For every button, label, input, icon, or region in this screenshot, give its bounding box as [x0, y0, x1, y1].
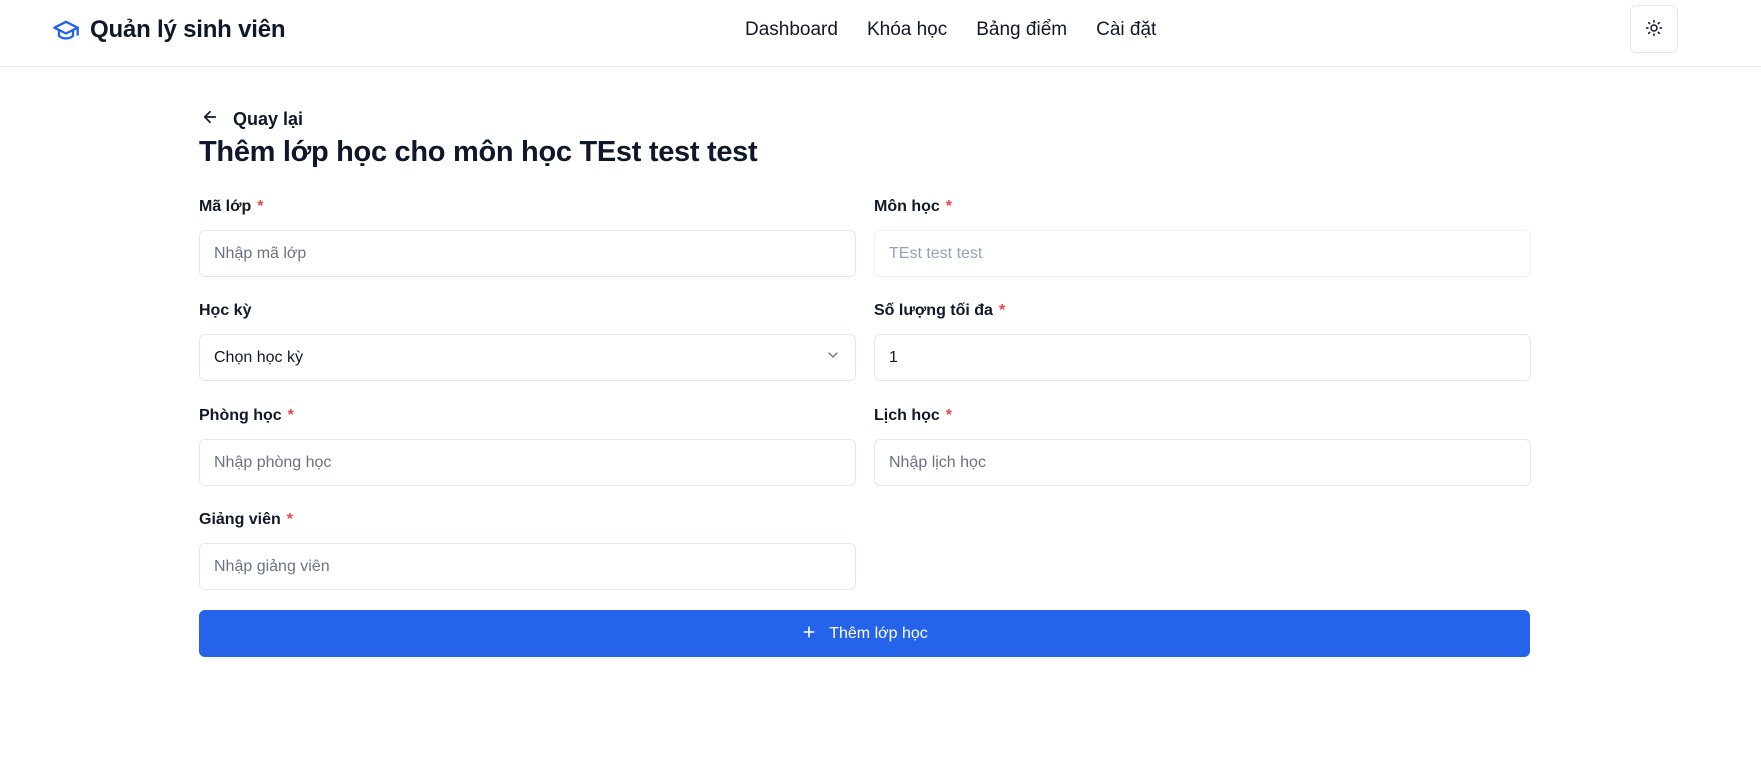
- required-mark: *: [945, 407, 953, 424]
- phong-hoc-label: Phòng học *: [199, 407, 294, 424]
- chevron-down-icon: [825, 347, 841, 368]
- ma-lop-label: Mã lớp *: [199, 198, 264, 215]
- sun-icon: [1645, 19, 1663, 40]
- nav-bang-diem[interactable]: Bảng điểm: [976, 19, 1067, 41]
- ma-lop-input[interactable]: [199, 230, 856, 277]
- giang-vien-input[interactable]: [199, 543, 856, 590]
- nav-khoa-hoc[interactable]: Khóa học: [867, 19, 947, 41]
- add-class-label: Thêm lớp học: [829, 624, 928, 642]
- mon-hoc-label: Môn học *: [874, 198, 952, 215]
- hoc-ky-select[interactable]: Chọn học kỳ: [199, 334, 856, 381]
- nav-cai-dat[interactable]: Cài đặt: [1096, 19, 1156, 41]
- page-title: Thêm lớp học cho môn học TEst test test: [199, 136, 758, 168]
- required-mark: *: [945, 198, 952, 215]
- so-luong-input[interactable]: [874, 334, 1531, 381]
- plus-icon: [801, 624, 817, 643]
- add-class-button[interactable]: Thêm lớp học: [199, 610, 1530, 657]
- hoc-ky-selected-value: Chọn học kỳ: [214, 348, 303, 366]
- field-mon-hoc: Môn học *: [874, 195, 1531, 277]
- required-mark: *: [287, 407, 294, 424]
- required-mark: *: [257, 198, 264, 215]
- mon-hoc-input: [874, 230, 1531, 277]
- back-button[interactable]: Quay lại: [201, 107, 303, 131]
- phong-hoc-input[interactable]: [199, 439, 856, 486]
- lich-hoc-label: Lịch học *: [874, 407, 953, 424]
- brand[interactable]: Quản lý sinh viên: [52, 14, 286, 46]
- arrow-left-icon: [201, 108, 219, 131]
- required-mark: *: [286, 511, 294, 528]
- lich-hoc-input[interactable]: [874, 439, 1531, 486]
- theme-toggle-button[interactable]: [1630, 5, 1678, 53]
- field-ma-lop: Mã lớp *: [199, 195, 856, 277]
- field-lich-hoc: Lịch học *: [874, 404, 1531, 486]
- field-so-luong: Số lượng tối đa *: [874, 299, 1531, 381]
- graduation-cap-icon: [52, 16, 80, 44]
- hoc-ky-label: Học kỳ: [199, 302, 252, 319]
- so-luong-label: Số lượng tối đa *: [874, 302, 1006, 319]
- top-navbar: Quản lý sinh viên Dashboard Khóa học Bản…: [0, 0, 1761, 67]
- nav-dashboard[interactable]: Dashboard: [745, 19, 838, 41]
- back-label: Quay lại: [233, 108, 304, 129]
- field-hoc-ky: Học kỳ Chọn học kỳ: [199, 299, 856, 381]
- field-giang-vien: Giảng viên *: [199, 508, 856, 590]
- app-title: Quản lý sinh viên: [90, 16, 286, 43]
- field-phong-hoc: Phòng học *: [199, 404, 856, 486]
- giang-vien-label: Giảng viên *: [199, 511, 294, 528]
- required-mark: *: [998, 302, 1006, 319]
- main-nav: Dashboard Khóa học Bảng điểm Cài đặt: [745, 16, 1156, 44]
